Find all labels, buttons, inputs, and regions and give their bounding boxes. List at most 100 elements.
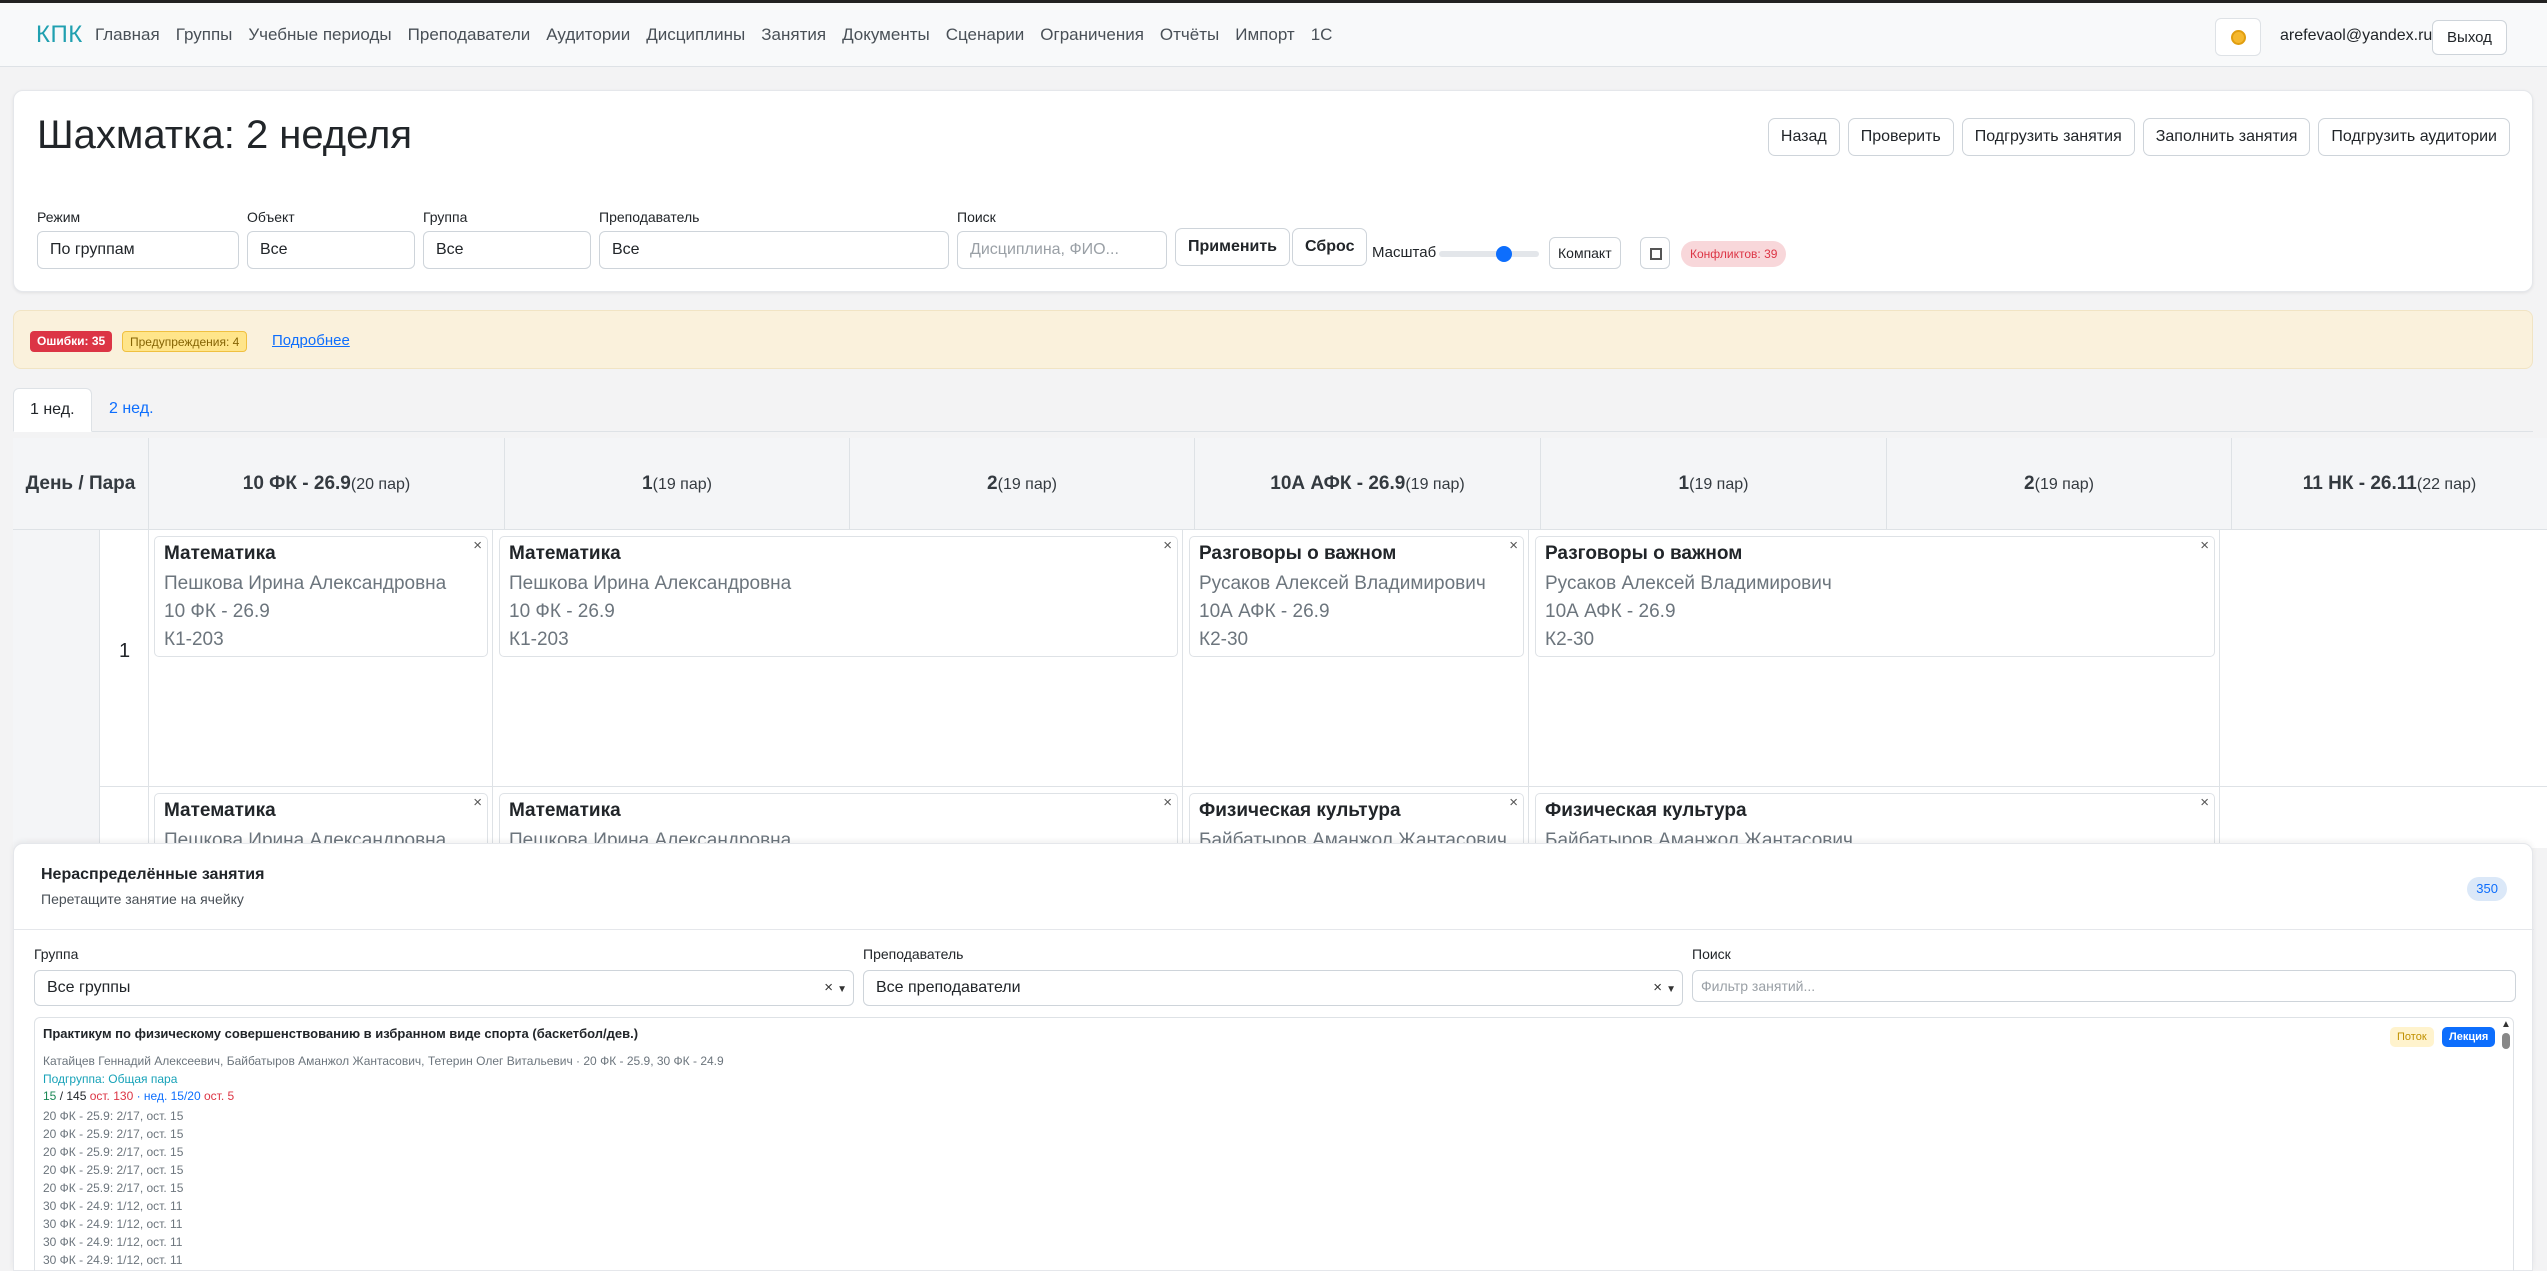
teacher-filter: Преподаватель Все [599,209,949,269]
column-header: 1(19 пар) [1541,438,1887,530]
user-email: arefevaol@yandex.ru [2280,27,2433,44]
load-lessons-button[interactable]: Подгрузить занятия [1961,118,2135,156]
column-count: (20 пар) [350,476,411,493]
teacher-select[interactable]: Все [599,231,949,269]
remove-lesson-icon[interactable]: × [2200,794,2209,811]
scale-slider[interactable] [1439,251,1539,257]
unassigned-count-badge: 350 [2467,877,2507,901]
stat-week: · нед. 15/20 [133,1089,204,1103]
object-select[interactable]: Все [247,231,415,269]
nav-item-documents[interactable]: Документы [842,25,930,45]
column-count: (19 пар) [997,476,1057,493]
lesson-card[interactable]: × Физическая культура Байбатыров Аманжол… [1535,793,2215,848]
scroll-up-icon[interactable]: ▲ [2501,1019,2511,1030]
remove-lesson-icon[interactable]: × [473,537,482,554]
lesson-card[interactable]: × Физическая культура Байбатыров Аманжол… [1189,793,1524,848]
compact-button[interactable]: Компакт [1549,237,1621,269]
tab-week-2[interactable]: 2 нед. [93,388,170,432]
unassigned-subtitle: Перетащите занятие на ячейку [41,891,244,907]
scale-label: Масштаб [1372,244,1437,261]
lesson-teacher: Пешкова Ирина Александровна [164,573,447,594]
nav-item-home[interactable]: Главная [95,25,160,45]
nav-item-periods[interactable]: Учебные периоды [248,25,391,45]
unassigned-lesson-stats: 15 / 145 ост. 130 · нед. 15/20 ост. 5 [43,1089,234,1103]
unassigned-scrollbar[interactable]: ▲ [2501,1019,2511,1269]
nav-item-scenarios[interactable]: Сценарии [946,25,1025,45]
breakdown-line: 30 ФК - 24.9: 1/12, ост. 11 [43,1235,183,1249]
group-filter-select[interactable]: Все группы × ▼ [34,970,854,1006]
lesson-card[interactable]: × Математика Пешкова Ирина Александровна… [154,536,488,657]
load-rooms-button[interactable]: Подгрузить аудитории [2318,118,2510,156]
navbar: КПК Главная Группы Учебные периоды Препо… [0,0,2547,67]
mode-select[interactable]: По группам [37,231,239,269]
chevron-down-icon[interactable]: ▼ [1666,973,1676,1007]
warnings-badge: Предупреждения: 4 [122,331,248,352]
nav-item-rooms[interactable]: Аудитории [546,25,630,45]
nav-item-1c[interactable]: 1С [1311,25,1333,45]
lesson-teacher: Русаков Алексей Владимирович [1199,573,1486,594]
lesson-title: Физическая культура [1545,800,1747,821]
remove-lesson-icon[interactable]: × [1163,537,1172,554]
sun-icon [2231,30,2246,45]
nav-item-lessons[interactable]: Занятия [761,25,826,45]
nav-item-reports[interactable]: Отчёты [1160,25,1219,45]
theme-toggle-button[interactable] [2215,18,2261,56]
clear-icon[interactable]: × [824,971,833,1005]
brand-logo[interactable]: КПК [36,21,83,49]
logout-button[interactable]: Выход [2432,20,2507,55]
nav-item-disciplines[interactable]: Дисциплины [646,25,745,45]
nav-item-constraints[interactable]: Ограничения [1040,25,1144,45]
group-label: Группа [423,209,468,225]
unassigned-lesson-subgroup: Подгруппа: Общая пара [43,1072,178,1086]
nav-item-import[interactable]: Импорт [1235,25,1294,45]
lesson-group: 10А АФК - 26.9 [1199,601,1330,622]
remove-lesson-icon[interactable]: × [1509,794,1518,811]
breakdown-line: 20 ФК - 25.9: 2/17, ост. 15 [43,1181,184,1195]
teacher-filter-select[interactable]: Все преподаватели × ▼ [863,970,1683,1006]
lesson-card[interactable]: × Математика Пешкова Ирина Александровна… [499,536,1178,657]
column-name: 11 НК - 26.11 [2302,473,2417,494]
fullscreen-button[interactable] [1640,237,1670,269]
nav-item-teachers[interactable]: Преподаватели [408,25,531,45]
remove-lesson-icon[interactable]: × [2200,537,2209,554]
remove-lesson-icon[interactable]: × [1163,794,1172,811]
lesson-filter-input[interactable]: Фильтр занятий... [1692,970,2516,1002]
mode-filter: Режим По группам [37,209,239,269]
lesson-card[interactable]: × Разговоры о важном Русаков Алексей Вла… [1189,536,1524,657]
clear-icon[interactable]: × [1653,971,1662,1005]
fill-lessons-button[interactable]: Заполнить занятия [2142,118,2311,156]
nav-menu: Главная Группы Учебные периоды Преподава… [95,25,1348,45]
group-select[interactable]: Все [423,231,591,269]
lesson-room: К2-30 [1199,629,1249,650]
column-name: 2 [2024,473,2035,494]
lesson-card[interactable]: × Математика Пешкова Ирина Александровна [154,793,488,848]
column-name: 10 ФК - 26.9 [242,473,351,494]
header-actions: Назад Проверить Подгрузить занятия Запол… [1767,118,2510,156]
unassigned-title: Нераспределённые занятия [41,866,265,883]
lesson-card[interactable]: × Математика Пешкова Ирина Александровна [499,793,1178,848]
lesson-teacher: Пешкова Ирина Александровна [509,573,792,594]
unassigned-lesson-item[interactable]: Практикум по физическому совершенствован… [34,1017,2514,1271]
scrollbar-thumb[interactable] [2502,1033,2510,1049]
back-button[interactable]: Назад [1767,118,1840,156]
check-button[interactable]: Проверить [1847,118,1954,156]
lesson-title: Разговоры о важном [1545,543,1743,564]
stat-total: / 145 [56,1089,90,1103]
week-tabs: 1 нед. 2 нед. [13,388,2533,432]
search-input[interactable]: Дисциплина, ФИО... [957,231,1167,269]
unassigned-teacher-filter: Преподаватель Все преподаватели × ▼ [863,946,1683,1006]
tab-week-1[interactable]: 1 нед. [13,388,92,432]
apply-button[interactable]: Применить [1175,228,1291,266]
column-header: 10А АФК - 26.9(19 пар) [1195,438,1541,530]
remove-lesson-icon[interactable]: × [1509,537,1518,554]
stat-done: 15 [43,1089,57,1103]
scale-slider-handle[interactable] [1496,246,1512,262]
lesson-card[interactable]: × Разговоры о важном Русаков Алексей Вла… [1535,536,2215,657]
reset-button[interactable]: Сброс [1292,228,1368,266]
remove-lesson-icon[interactable]: × [473,794,482,811]
column-name: 2 [987,473,998,494]
chevron-down-icon[interactable]: ▼ [837,973,847,1007]
teacher-filter-label: Преподаватель [863,946,964,962]
nav-item-groups[interactable]: Группы [176,25,233,45]
details-link[interactable]: Подробнее [272,332,350,349]
